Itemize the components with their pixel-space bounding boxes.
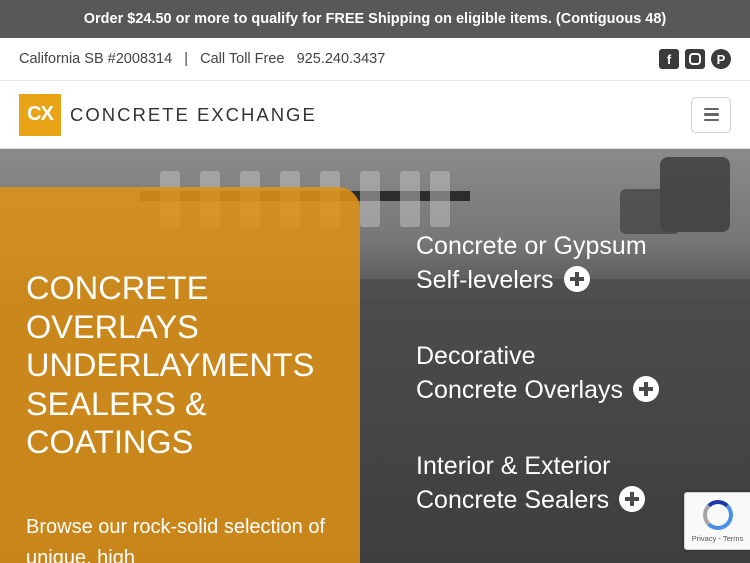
contact-info: California SB #2008314 | Call Toll Free … [19,51,385,67]
phone-link[interactable]: 925.240.3437 [297,51,386,67]
plus-circle-icon [632,376,659,402]
plus-circle-icon [619,486,646,512]
facebook-icon[interactable]: f [659,49,679,69]
hero-overlay-panel: CONCRETE OVERLAYS UNDERLAYMENTS SEALERS … [0,187,360,563]
hamburger-menu-icon [703,107,719,111]
recaptcha-badge[interactable]: Privacy - Terms [684,492,750,550]
hero-category-links: Concrete or Gypsum Self-levelers Decorat… [416,229,706,559]
recaptcha-icon [702,499,733,530]
social-links: f P [659,49,731,69]
hero-section: CONCRETE OVERLAYS UNDERLAYMENTS SEALERS … [0,149,750,563]
cx-logo-icon: CX [19,93,61,136]
brand-logo-link[interactable]: CX CONCRETE EXCHANGE [19,93,317,136]
promo-text: Order $24.50 or more to qualify for FREE… [83,11,667,27]
decorative-overlays-link[interactable]: Decorative Concrete Overlays [416,339,706,407]
plus-circle-icon [563,266,590,292]
hamburger-menu-button[interactable] [691,96,731,133]
instagram-icon[interactable] [685,49,705,69]
info-bar: California SB #2008314 | Call Toll Free … [0,38,750,81]
promo-banner: Order $24.50 or more to qualify for FREE… [0,0,750,38]
site-header: CX CONCRETE EXCHANGE [0,81,750,149]
hero-description: Browse our rock-solid selection of uniqu… [26,515,326,563]
brand-name: CONCRETE EXCHANGE [70,103,317,125]
hero-title: CONCRETE OVERLAYS UNDERLAYMENTS SEALERS … [26,270,315,460]
sealers-link[interactable]: Interior & Exterior Concrete Sealers [416,449,706,517]
pinterest-icon[interactable]: P [711,49,731,69]
call-label: Call Toll Free [200,51,285,67]
recaptcha-terms[interactable]: Privacy - Terms [692,534,744,543]
self-levelers-link[interactable]: Concrete or Gypsum Self-levelers [416,229,706,297]
license-number: California SB #2008314 [19,51,173,67]
